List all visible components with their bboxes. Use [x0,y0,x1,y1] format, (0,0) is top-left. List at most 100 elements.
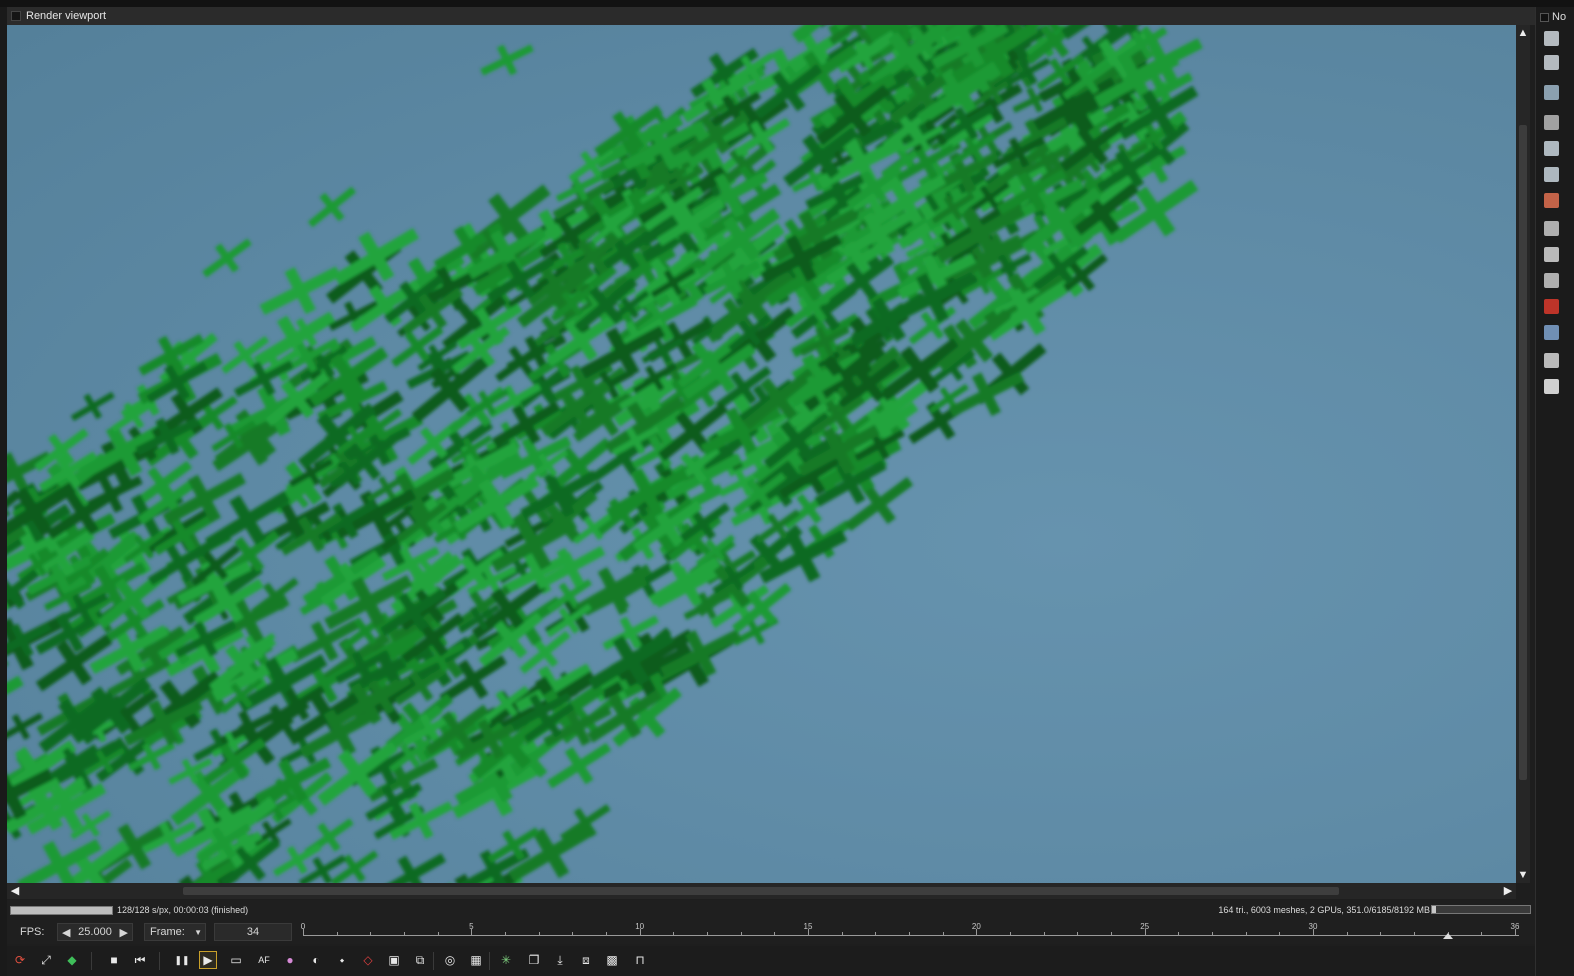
toolbar-separator [433,952,434,970]
fps-label: FPS: [20,926,45,938]
frame-mode-dropdown[interactable]: Frame: ▼ [144,923,206,941]
leaf-cluster [7,25,1203,883]
blue-cube-icon[interactable] [1544,325,1559,340]
right-panel-header: No [1540,11,1566,23]
color-cube-icon[interactable]: ◆ [63,951,81,969]
grid-icon[interactable]: ▦ [467,951,485,969]
camera-icon[interactable]: ◐ [307,951,325,969]
lock-icon[interactable]: ⊓ [631,951,649,969]
tree-icon[interactable] [1544,55,1559,70]
scroll-up-icon[interactable]: ▲ [1517,27,1529,39]
bottom-toolbar: ⟳ ⤢ ◆ ■ ⏮ ❚❚ ▶ ▭ AF ● ◐ ⬩ ◇ ▣ ⧉ ◎ ▦ ✳ ❐ ⤓ ⧈ ▩ ⊓ [7,946,1535,976]
picture-icon[interactable] [1544,353,1559,368]
vertical-scrollbar[interactable]: ▲ ▼ [1516,25,1530,883]
copy-icon[interactable]: ❐ [525,951,543,969]
fps-increase-icon[interactable]: ▶ [120,926,128,939]
image-icon[interactable] [1544,85,1559,100]
timeline-minor-tick [606,932,607,935]
focus-icon[interactable]: ◎ [441,951,459,969]
play-icon[interactable]: ▶ [199,951,217,969]
checker-icon[interactable]: ▩ [603,951,621,969]
scroll-left-icon[interactable]: ◀ [9,884,21,898]
timeline-minor-tick [1111,932,1112,935]
timeline-minor-tick [909,932,910,935]
crop-icon[interactable]: ⧉ [411,951,429,969]
color-picker-icon[interactable]: ● [281,951,299,969]
timeline-minor-tick [1245,932,1247,935]
timeline-tick-label: 36 [1510,922,1520,931]
horizontal-scroll-thumb[interactable] [183,887,1339,895]
timeline-tick-label: 5 [469,922,474,931]
red-cube-icon[interactable] [1544,299,1559,314]
screen-icon[interactable]: ▭ [227,951,245,969]
left-edge [0,7,7,976]
scroll-down-icon[interactable]: ▼ [1517,869,1529,881]
fps-spinner[interactable]: ◀ 25.000 ▶ [57,923,133,941]
timeline-minor-tick [404,932,405,935]
toolbar-separator [489,952,490,970]
timeline-minor-tick [841,932,843,935]
scroll-right-icon[interactable]: ▶ [1502,884,1514,898]
timeline-tick-label: 30 [1308,922,1318,931]
fps-value[interactable]: 25.000 [78,926,112,938]
settings-icon[interactable] [1544,115,1559,130]
fps-decrease-icon[interactable]: ◀ [62,926,70,939]
right-panel-title: No [1552,11,1567,23]
spark-icon[interactable]: ✳ [497,951,515,969]
timeline-slider[interactable]: 0 5 10 15 20 25 30 36 [301,920,1520,944]
render-progress-bar [10,905,113,915]
material-icon[interactable] [1544,193,1559,208]
memory-bar [1431,905,1531,914]
toolbar-separator [159,952,160,970]
material-pick-icon[interactable]: ⬩ [333,951,351,969]
timeline-minor-tick [572,932,574,935]
timeline-minor-tick [336,932,338,935]
object-pick-icon[interactable]: ◇ [359,951,377,969]
af-icon[interactable]: AF [255,951,273,969]
timeline-minor-tick [673,932,675,935]
right-panel-checkbox[interactable] [1540,12,1549,22]
stop-icon[interactable]: ■ [105,951,123,969]
region-icon[interactable]: ▣ [385,951,403,969]
frame-input[interactable]: 34 [214,923,292,941]
timeline-minor-tick [1178,932,1180,935]
timeline-minor-tick [1279,932,1281,935]
vertical-scroll-thumb[interactable] [1519,125,1527,780]
database-icon[interactable] [1544,141,1559,156]
sun-icon[interactable] [1544,379,1559,394]
pause-icon[interactable]: ❚❚ [173,951,191,969]
timeline-minor-tick [740,932,742,935]
render-viewport[interactable] [7,25,1516,883]
chevron-down-icon: ▼ [194,928,202,937]
leaf-shape [70,391,115,422]
leaf-shape [480,44,534,76]
timeline-minor-tick [774,932,776,935]
refresh-render-icon[interactable]: ⟳ [11,951,29,969]
export-icon[interactable]: ⧈ [577,951,595,969]
timeline-tick-label: 25 [1140,922,1150,931]
status-bar: 128/128 s/px, 00:00:03 (finished) 164 tr… [7,900,1535,920]
frame-icon[interactable] [1544,221,1559,236]
horizontal-scrollbar[interactable]: ◀ ▶ [7,883,1516,899]
graph-icon[interactable] [1544,273,1559,288]
rewind-icon[interactable]: ⏮ [131,951,149,969]
panel-toggle-checkbox[interactable] [11,11,21,21]
database-refresh-icon[interactable] [1544,167,1559,182]
timeline-minor-tick [1346,932,1348,935]
timeline-minor-tick [370,932,372,935]
save-icon[interactable]: ⤓ [551,951,569,969]
leaf-shape [307,186,357,228]
timeline-minor-tick [1212,932,1213,935]
playhead-marker[interactable] [1442,933,1453,939]
layers-icon[interactable] [1544,31,1559,46]
timeline-minor-tick [1043,932,1045,935]
timeline-track [303,935,1519,936]
timeline-minor-tick [1010,932,1011,935]
fit-view-icon[interactable]: ⤢ [37,951,55,969]
render-info: 128/128 s/px, 00:00:03 (finished) [117,905,249,915]
timeline-minor-tick [505,932,506,935]
leaf-shape [377,853,446,883]
clock-icon[interactable] [1544,247,1559,262]
timeline-minor-tick [1414,932,1415,935]
leaf-shape [7,665,14,733]
